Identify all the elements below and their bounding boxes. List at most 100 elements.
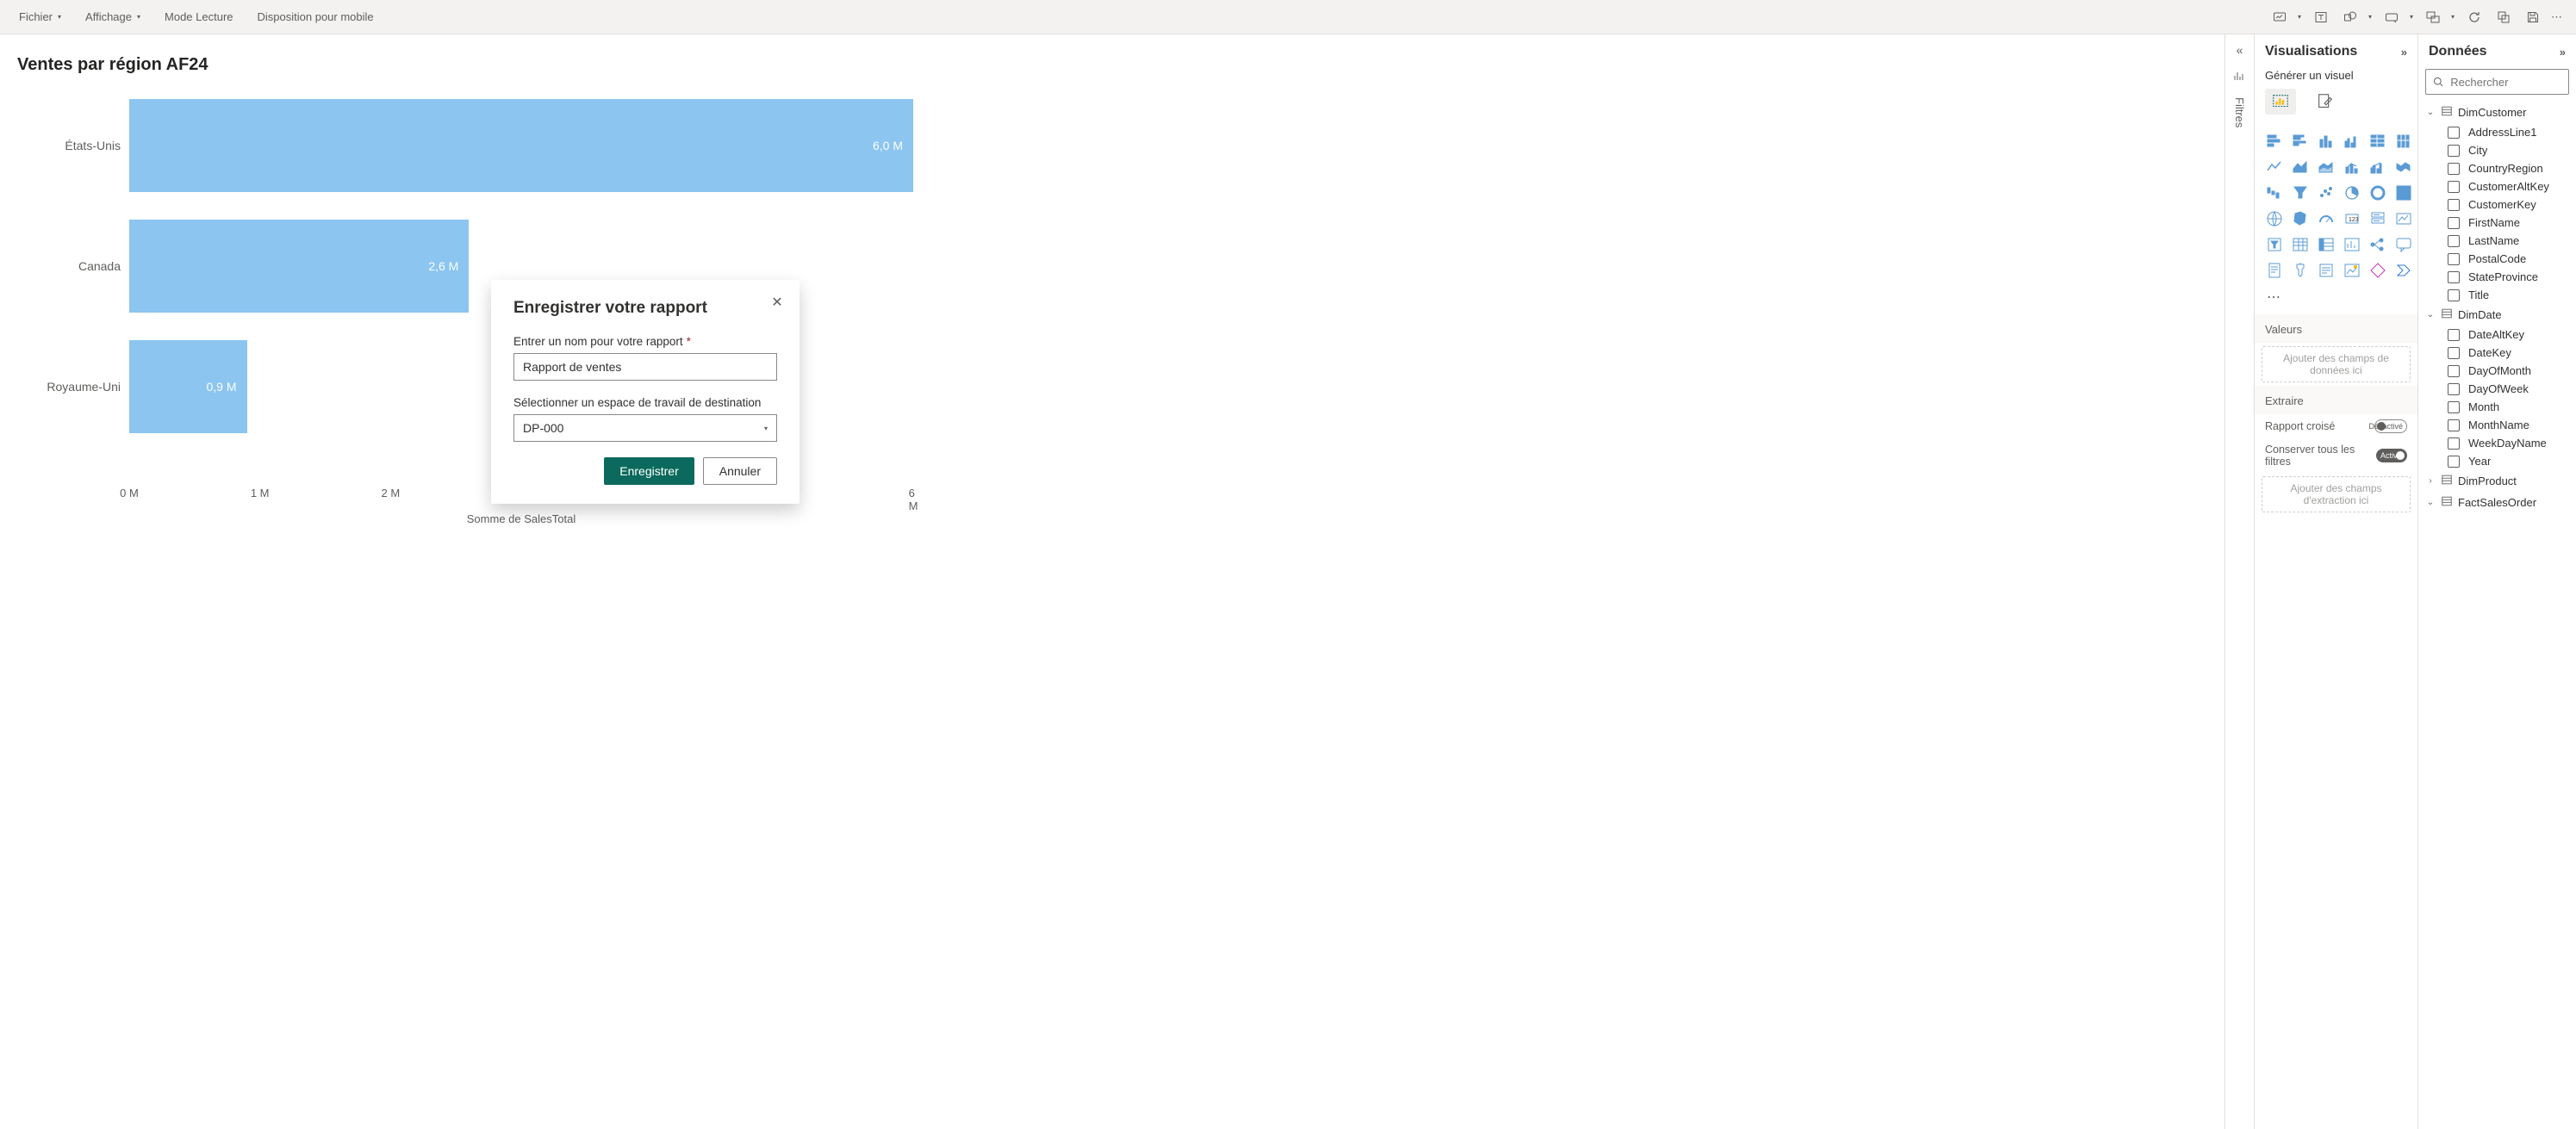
field-checkbox[interactable] (2448, 253, 2460, 265)
line-clustered-column-icon[interactable] (2367, 156, 2389, 178)
slicer-icon[interactable] (2263, 233, 2286, 256)
buttons-button[interactable] (2378, 3, 2405, 31)
explore-data-button[interactable] (2266, 3, 2293, 31)
field-checkbox[interactable] (2448, 271, 2460, 283)
tree-field[interactable]: PostalCode (2422, 250, 2573, 268)
shapes-button[interactable] (2336, 3, 2364, 31)
table-icon[interactable] (2289, 233, 2312, 256)
tree-field[interactable]: CustomerKey (2422, 195, 2573, 214)
text-box-button[interactable] (2307, 3, 2335, 31)
field-checkbox[interactable] (2448, 127, 2460, 139)
collapse-viz-icon[interactable]: » (2401, 46, 2407, 59)
collapse-data-icon[interactable]: » (2560, 46, 2566, 59)
map-icon[interactable] (2263, 208, 2286, 230)
chart-bar[interactable]: 6,0 M (129, 99, 913, 192)
tree-field[interactable]: DateAltKey (2422, 326, 2573, 344)
data-search[interactable] (2425, 69, 2569, 95)
field-checkbox[interactable] (2448, 181, 2460, 193)
field-checkbox[interactable] (2448, 289, 2460, 301)
decomposition-tree-icon[interactable] (2367, 233, 2389, 256)
tree-table[interactable]: ⌄DimCustomer (2422, 102, 2573, 123)
values-drop-well[interactable]: Ajouter des champs de données ici (2262, 346, 2411, 382)
ribbon-mobile-layout[interactable]: Disposition pour mobile (246, 0, 386, 34)
100-stacked-bar-icon[interactable] (2367, 130, 2389, 152)
refresh-button[interactable] (2461, 3, 2488, 31)
tree-table[interactable]: ›DimProduct (2422, 470, 2573, 492)
tree-table[interactable]: ⌄DimDate (2422, 304, 2573, 326)
tree-field[interactable]: DayOfWeek (2422, 380, 2573, 398)
chart-bar[interactable]: 2,6 M (129, 220, 469, 313)
tree-field[interactable]: Title (2422, 286, 2573, 304)
cancel-button[interactable]: Annuler (703, 457, 777, 485)
tree-field[interactable]: DayOfMonth (2422, 362, 2573, 380)
stacked-bar-icon[interactable] (2263, 130, 2286, 152)
tree-field[interactable]: CountryRegion (2422, 159, 2573, 177)
donut-icon[interactable] (2367, 182, 2389, 204)
tree-field[interactable]: WeekDayName (2422, 434, 2573, 452)
ribbon-reading-mode[interactable]: Mode Lecture (152, 0, 246, 34)
field-checkbox[interactable] (2448, 419, 2460, 431)
filters-label[interactable]: Filtres (2233, 97, 2246, 127)
field-checkbox[interactable] (2448, 383, 2460, 395)
cross-report-toggle[interactable]: Désactivé (2374, 419, 2407, 433)
more-icon[interactable]: ⋯ (2548, 3, 2566, 31)
build-visual-tab[interactable] (2265, 89, 2296, 115)
tree-field[interactable]: FirstName (2422, 214, 2573, 232)
chevron-down-icon[interactable]: ▾ (2293, 13, 2305, 21)
expand-filters-icon[interactable]: « (2237, 43, 2243, 57)
more-visuals-button[interactable]: ⋯ (2255, 288, 2417, 314)
tree-table[interactable]: ⌄FactSalesOrder (2422, 492, 2573, 513)
drill-drop-well[interactable]: Ajouter des champs d'extraction ici (2262, 476, 2411, 512)
visual-interactions-button[interactable] (2419, 3, 2447, 31)
tree-field[interactable]: City (2422, 141, 2573, 159)
tree-field[interactable]: LastName (2422, 232, 2573, 250)
tree-field[interactable]: AddressLine1 (2422, 123, 2573, 141)
key-influencers-icon[interactable] (2289, 259, 2312, 282)
format-visual-tab[interactable] (2310, 89, 2341, 115)
save-button[interactable]: Enregistrer (604, 457, 694, 485)
field-checkbox[interactable] (2448, 199, 2460, 211)
field-checkbox[interactable] (2448, 401, 2460, 413)
line-chart-icon[interactable] (2263, 156, 2286, 178)
python-visual-icon[interactable] (2341, 259, 2363, 282)
waterfall-icon[interactable] (2263, 182, 2286, 204)
kpi-icon[interactable] (2392, 208, 2415, 230)
clustered-column-icon[interactable] (2341, 130, 2363, 152)
chevron-down-icon[interactable]: ▾ (2447, 13, 2459, 21)
ribbon-chart-icon[interactable] (2392, 156, 2415, 178)
data-search-input[interactable] (2448, 75, 2561, 90)
field-checkbox[interactable] (2448, 217, 2460, 229)
area-chart-icon[interactable] (2289, 156, 2312, 178)
field-checkbox[interactable] (2448, 235, 2460, 247)
100-stacked-column-icon[interactable] (2392, 130, 2415, 152)
chevron-down-icon[interactable]: ▾ (2364, 13, 2376, 21)
pie-icon[interactable] (2341, 182, 2363, 204)
powerapps-icon[interactable] (2367, 259, 2389, 282)
field-checkbox[interactable] (2448, 365, 2460, 377)
chevron-down-icon[interactable]: ▾ (2405, 13, 2417, 21)
multi-row-card-icon[interactable] (2367, 208, 2389, 230)
tree-field[interactable]: CustomerAltKey (2422, 177, 2573, 195)
qna-icon[interactable] (2392, 233, 2415, 256)
copy-button[interactable] (2490, 3, 2517, 31)
ribbon-file-menu[interactable]: Fichier ▾ (7, 0, 73, 34)
treemap-icon[interactable] (2392, 182, 2415, 204)
field-checkbox[interactable] (2448, 163, 2460, 175)
ribbon-view-menu[interactable]: Affichage ▾ (73, 0, 152, 34)
paginated-report-icon[interactable] (2263, 259, 2286, 282)
gauge-icon[interactable] (2315, 208, 2337, 230)
tree-field[interactable]: Year (2422, 452, 2573, 470)
workspace-select[interactable]: DP-000 ▾ (513, 414, 777, 442)
filled-map-icon[interactable] (2289, 208, 2312, 230)
field-checkbox[interactable] (2448, 329, 2460, 341)
report-name-input[interactable] (513, 353, 777, 381)
card-icon[interactable]: 123 (2341, 208, 2363, 230)
matrix-icon[interactable] (2315, 233, 2337, 256)
scatter-icon[interactable] (2315, 182, 2337, 204)
smart-narrative-icon[interactable] (2315, 259, 2337, 282)
field-checkbox[interactable] (2448, 145, 2460, 157)
tree-field[interactable]: StateProvince (2422, 268, 2573, 286)
close-icon[interactable]: ✕ (770, 295, 784, 309)
stacked-column-icon[interactable] (2315, 130, 2337, 152)
field-checkbox[interactable] (2448, 437, 2460, 450)
